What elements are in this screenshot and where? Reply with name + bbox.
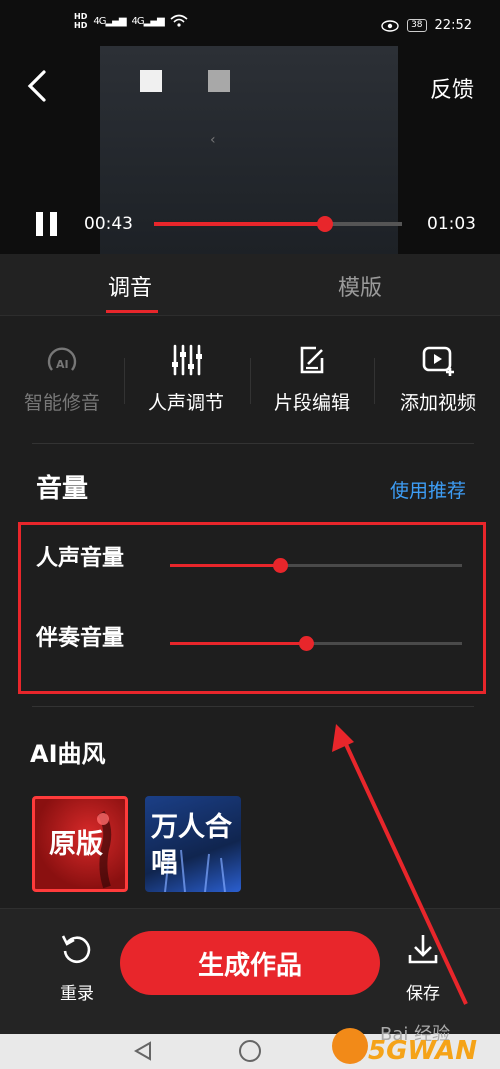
- tab-indicator: [106, 310, 158, 313]
- slider-knob[interactable]: [299, 636, 314, 651]
- watermark: Bai 经验 5GWAN: [328, 1020, 500, 1069]
- status-bar: HD HD 4G▂▄▆ 4G▂▄▆ 38 22:52: [0, 0, 500, 46]
- save-label: 保存: [406, 984, 440, 1004]
- player-controls: 00:43 01:03: [0, 204, 500, 244]
- nav-back-icon[interactable]: [132, 1040, 154, 1062]
- download-icon: [408, 935, 438, 964]
- tool-vocal-adjust[interactable]: 人声调节: [124, 342, 248, 415]
- style-option-label: 原版: [49, 829, 103, 860]
- video-frame-block: [140, 70, 162, 92]
- clock: 22:52: [434, 18, 472, 33]
- save-button[interactable]: 保存: [398, 931, 448, 1004]
- feedback-button[interactable]: 反馈: [430, 72, 474, 104]
- back-icon[interactable]: [22, 68, 58, 104]
- tool-label: 智能修音: [23, 392, 100, 414]
- hd-label: HD: [74, 21, 88, 30]
- signal-icon: 4G▂▄▆: [131, 15, 165, 27]
- progress-knob[interactable]: [317, 216, 333, 232]
- rerecord-button[interactable]: 重录: [52, 931, 102, 1004]
- tool-add-video[interactable]: 添加视频: [376, 342, 500, 415]
- progress-fill: [154, 222, 325, 226]
- style-option-original[interactable]: 原版: [32, 796, 128, 892]
- vocal-volume-label: 人声音量: [36, 546, 125, 571]
- tool-row: AI 智能修音 人声调节 片段编辑 添加视频: [0, 330, 500, 430]
- equalizer-icon: [172, 344, 202, 376]
- tab-template[interactable]: 模版: [338, 270, 382, 302]
- accompany-volume-label: 伴奏音量: [36, 626, 125, 651]
- tool-ai-tune[interactable]: AI 智能修音: [0, 342, 124, 415]
- accompany-volume-slider[interactable]: [170, 636, 462, 651]
- use-recommended-link[interactable]: 使用推荐: [390, 476, 466, 503]
- style-option-chorus[interactable]: 万人合唱: [145, 796, 241, 892]
- rerecord-label: 重录: [60, 984, 94, 1004]
- generate-button[interactable]: 生成作品: [120, 931, 380, 995]
- wifi-icon: [170, 14, 188, 27]
- eye-icon: [381, 19, 399, 32]
- slider-knob[interactable]: [273, 558, 288, 573]
- hd-label: HD: [74, 12, 88, 21]
- ai-style-title: AI曲风: [30, 740, 106, 768]
- watermark-logo: [332, 1028, 368, 1064]
- tool-clip-edit[interactable]: 片段编辑: [250, 342, 374, 415]
- rerecord-icon: [61, 935, 91, 964]
- video-frame-block: [208, 70, 230, 92]
- current-time: 00:43: [84, 214, 133, 234]
- slider-fill: [170, 564, 281, 567]
- pause-icon[interactable]: [36, 212, 58, 236]
- add-video-icon: [422, 346, 454, 376]
- edit-icon: [300, 346, 324, 374]
- watermark-brand: 5GWAN: [368, 1036, 478, 1066]
- divider: [32, 706, 474, 707]
- hd-indicator: HD HD: [74, 12, 87, 30]
- style-option-label: 万人合唱: [151, 812, 232, 879]
- tab-bar: 调音 模版: [0, 254, 500, 316]
- vocal-volume-slider[interactable]: [170, 558, 462, 573]
- slider-fill: [170, 642, 307, 645]
- tab-tuning[interactable]: 调音: [108, 270, 152, 302]
- total-time: 01:03: [427, 214, 476, 234]
- nav-home-icon[interactable]: [239, 1040, 261, 1062]
- svg-text:AI: AI: [56, 358, 69, 371]
- chevron-left-icon: ‹: [210, 132, 216, 148]
- tool-label: 添加视频: [399, 392, 476, 414]
- volume-title: 音量: [36, 474, 89, 504]
- divider: [374, 358, 375, 404]
- tool-label: 人声调节: [147, 392, 224, 414]
- signal-icon: 4G▂▄▆: [93, 15, 126, 27]
- action-bar: 重录 生成作品 保存: [0, 908, 500, 1034]
- ai-tune-icon: AI: [47, 347, 77, 371]
- progress-slider[interactable]: [154, 216, 402, 232]
- tool-label: 片段编辑: [273, 392, 350, 414]
- video-header: ‹ HD HD 4G▂▄▆ 4G▂▄▆ 38 22:52 反馈 00:43 01…: [0, 0, 500, 254]
- divider: [32, 443, 474, 444]
- battery-indicator: 38: [407, 19, 427, 32]
